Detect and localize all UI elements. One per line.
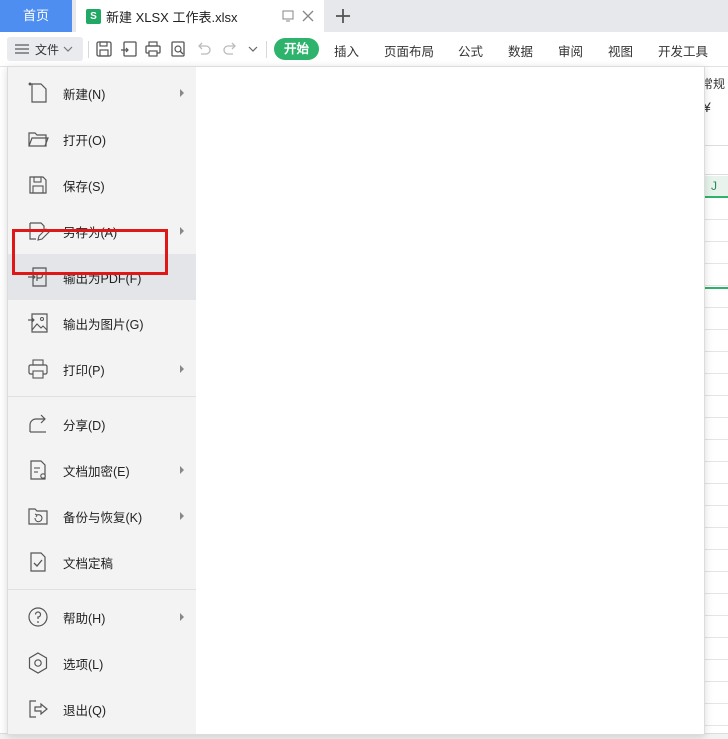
help-icon bbox=[28, 607, 48, 627]
export-pdf-icon[interactable] bbox=[120, 40, 138, 58]
menu-divider bbox=[8, 396, 196, 397]
print-icon[interactable] bbox=[144, 40, 162, 58]
save-icon[interactable] bbox=[95, 40, 113, 58]
file-menu-list: 新建(N) 打开(O) 保存(S) 另存为(A) 输出为PDF(F) 输出为图片… bbox=[8, 67, 196, 734]
menu-item-label: 保存(S) bbox=[63, 179, 105, 194]
menu-item-label: 帮助(H) bbox=[63, 611, 106, 626]
menu-item-encrypt[interactable]: 文档加密(E) bbox=[8, 447, 196, 493]
tab-document[interactable]: S 新建 XLSX 工作表.xlsx bbox=[76, 0, 324, 32]
toolbar: 文件 开始 插入 页面布局 公式 数据 审阅 视图 开发工具 bbox=[0, 32, 728, 67]
exit-icon bbox=[29, 700, 48, 718]
tab-view[interactable]: 视图 bbox=[608, 41, 633, 60]
export-image-icon bbox=[28, 313, 48, 333]
menu-item-finalize[interactable]: 文档定稿 bbox=[8, 539, 196, 585]
print-preview-icon[interactable] bbox=[169, 40, 187, 58]
menu-item-options[interactable]: 选项(L) bbox=[8, 640, 196, 686]
menu-item-label: 新建(N) bbox=[63, 87, 106, 102]
redo-icon[interactable] bbox=[221, 40, 239, 58]
chevron-right-icon bbox=[180, 613, 184, 621]
tab-home[interactable]: 首页 bbox=[0, 0, 72, 32]
menu-item-label: 备份与恢复(K) bbox=[63, 510, 143, 525]
menu-item-label: 输出为图片(G) bbox=[63, 317, 144, 332]
tab-data[interactable]: 数据 bbox=[508, 41, 533, 60]
menu-item-export-image[interactable]: 输出为图片(G) bbox=[8, 300, 196, 346]
menu-item-label: 打开(O) bbox=[63, 133, 107, 148]
encrypt-icon bbox=[30, 460, 46, 480]
tab-formulas[interactable]: 公式 bbox=[458, 41, 483, 60]
chevron-right-icon bbox=[180, 512, 184, 520]
file-menu-button[interactable]: 文件 bbox=[7, 37, 83, 61]
print-icon bbox=[28, 359, 48, 379]
tab-page-layout[interactable]: 页面布局 bbox=[384, 41, 434, 60]
tab-review[interactable]: 审阅 bbox=[558, 41, 583, 60]
highlight-annotation-box bbox=[12, 229, 168, 275]
share-icon bbox=[29, 414, 46, 433]
menu-item-label: 分享(D) bbox=[63, 418, 106, 433]
menu-item-help[interactable]: 帮助(H) bbox=[8, 594, 196, 640]
menu-item-label: 文档定稿 bbox=[63, 556, 114, 571]
file-menu: 新建(N) 打开(O) 保存(S) 另存为(A) 输出为PDF(F) 输出为图片… bbox=[7, 66, 705, 735]
menu-item-label: 文档加密(E) bbox=[63, 464, 130, 479]
tab-bar: 首页 S 新建 XLSX 工作表.xlsx bbox=[0, 0, 728, 32]
customize-dropdown-icon[interactable] bbox=[247, 40, 259, 58]
hamburger-icon bbox=[15, 44, 29, 54]
chevron-right-icon bbox=[180, 365, 184, 373]
close-tab-icon[interactable] bbox=[300, 8, 316, 24]
tab-insert[interactable]: 插入 bbox=[334, 41, 359, 60]
menu-item-share[interactable]: 分享(D) bbox=[8, 401, 196, 447]
menu-item-backup-restore[interactable]: 备份与恢复(K) bbox=[8, 493, 196, 539]
toolbar-divider bbox=[88, 41, 89, 58]
toolbar-divider bbox=[266, 41, 267, 58]
menu-item-label: 选项(L) bbox=[63, 657, 104, 672]
chevron-right-icon bbox=[180, 227, 184, 235]
chevron-down-icon bbox=[63, 46, 73, 52]
new-file-icon bbox=[28, 82, 47, 103]
menu-item-save[interactable]: 保存(S) bbox=[8, 162, 196, 208]
menu-item-label: 退出(Q) bbox=[63, 703, 107, 718]
backup-restore-icon bbox=[28, 508, 48, 525]
tab-home-ribbon[interactable]: 开始 bbox=[274, 38, 320, 60]
options-gear-icon bbox=[28, 652, 48, 674]
chevron-right-icon bbox=[180, 466, 184, 474]
menu-item-print[interactable]: 打印(P) bbox=[8, 346, 196, 392]
menu-item-label: 打印(P) bbox=[63, 363, 105, 378]
menu-item-new[interactable]: 新建(N) bbox=[8, 70, 196, 116]
finalize-icon bbox=[30, 552, 46, 572]
save-icon bbox=[29, 176, 47, 194]
new-tab-plus-icon[interactable] bbox=[334, 7, 352, 25]
file-menu-label: 文件 bbox=[35, 42, 60, 57]
tab-developer[interactable]: 开发工具 bbox=[658, 41, 708, 60]
pin-window-icon[interactable] bbox=[280, 8, 296, 24]
spreadsheet-icon: S bbox=[86, 8, 101, 24]
menu-item-exit[interactable]: 退出(Q) bbox=[8, 686, 196, 732]
document-title: 新建 XLSX 工作表.xlsx bbox=[106, 9, 238, 25]
menu-divider bbox=[8, 589, 196, 590]
undo-icon[interactable] bbox=[195, 40, 213, 58]
chevron-right-icon bbox=[180, 89, 184, 97]
folder-open-icon bbox=[28, 132, 49, 147]
menu-item-open[interactable]: 打开(O) bbox=[8, 116, 196, 162]
